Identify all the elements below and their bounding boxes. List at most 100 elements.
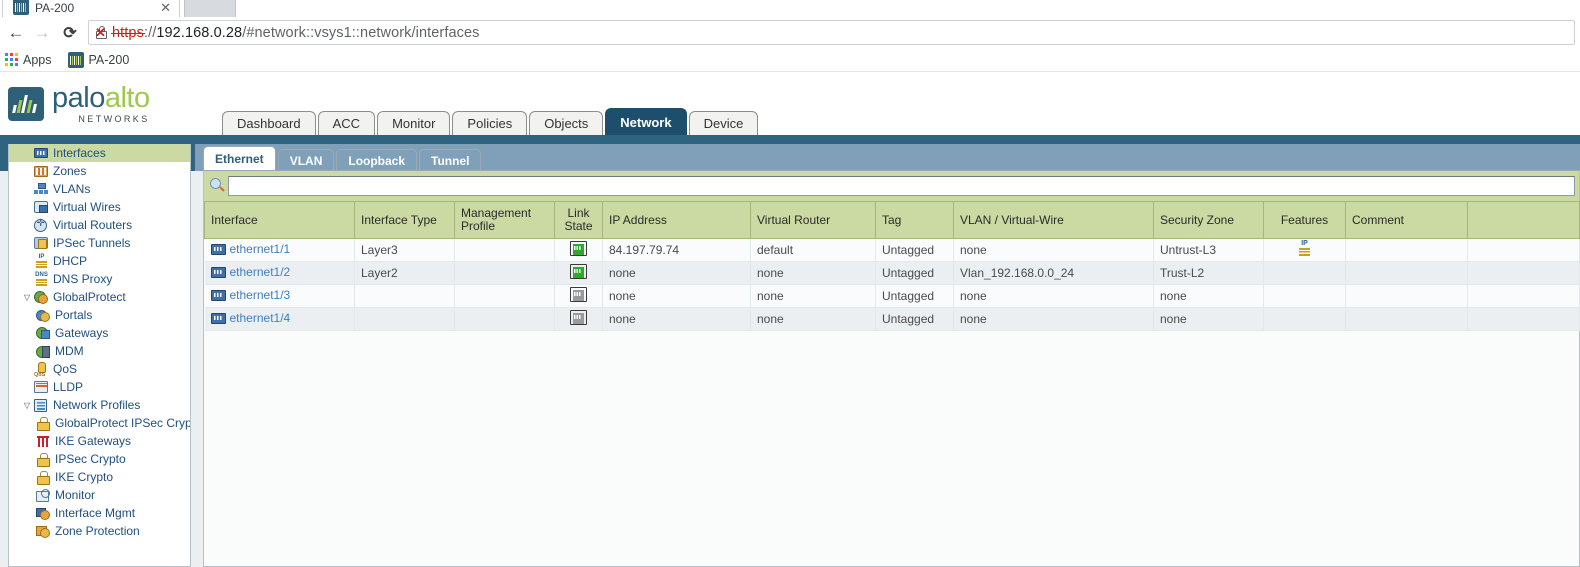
interfaces-panel: Interface Interface Type Management Profil… [203, 170, 1580, 567]
cell-vlan-virtual-wire: none [953, 284, 1154, 308]
column-header-comment[interactable]: Comment [1345, 201, 1468, 239]
browser-tabstrip: PA-200 ✕ [0, 0, 1580, 17]
chevron-down-icon[interactable]: ▽ [21, 293, 33, 302]
sidebar-item-ike-crypto[interactable]: IKE Crypto [9, 468, 190, 486]
interfaces-table: Interface Interface Type Management Profil… [204, 201, 1580, 331]
sub-tab-vlan[interactable]: VLAN [277, 149, 335, 171]
table-row[interactable]: ethernet1/2 Layer2 none none Untagged Vlan_19… [204, 261, 1580, 285]
cell-features [1263, 261, 1346, 285]
bookmark-pa200[interactable]: PA-200 [67, 51, 129, 68]
column-header-vlan-virtual-wire[interactable]: VLAN / Virtual-Wire [953, 201, 1154, 239]
interface-link[interactable]: ethernet1/4 [210, 311, 290, 325]
url-scheme: https [112, 24, 144, 41]
sidebar-item-dhcp[interactable]: DHCP [9, 252, 190, 270]
close-icon[interactable]: ✕ [160, 1, 171, 14]
main-tab-dashboard[interactable]: Dashboard [222, 111, 316, 135]
chevron-down-icon[interactable]: ▽ [21, 401, 33, 410]
sidebar-item-label: IPSec Crypto [55, 451, 126, 466]
cell-comment [1345, 307, 1468, 331]
column-header-features[interactable]: Features [1263, 201, 1346, 239]
cell-security-zone: none [1153, 284, 1264, 308]
sidebar-item-lldp[interactable]: LLDP [9, 378, 190, 396]
qos-icon [33, 361, 50, 378]
lock-icon [35, 416, 52, 431]
sidebar-item-virtual-routers[interactable]: Virtual Routers [9, 216, 190, 234]
main-tab-policies[interactable]: Policies [452, 111, 528, 135]
sub-tab-ethernet[interactable]: Ethernet [203, 146, 276, 171]
main-tab-device[interactable]: Device [688, 111, 759, 135]
logo-subtitle: NETWORKS [78, 114, 150, 124]
main-tab-bar: Dashboard ACC Monitor Policies Objects Networ… [222, 104, 760, 135]
ike-gateways-icon [35, 434, 52, 449]
search-icon[interactable] [208, 176, 228, 196]
sidebar-item-zone-protection[interactable]: Zone Protection [9, 522, 190, 540]
interface-link[interactable]: ethernet1/1 [210, 242, 290, 256]
sidebar-item-label: IKE Crypto [55, 469, 114, 484]
column-header-link-state[interactable]: Link State [554, 201, 603, 239]
sub-tab-loopback[interactable]: Loopback [336, 149, 418, 171]
main-tab-monitor[interactable]: Monitor [377, 111, 451, 135]
sub-tab-tunnel[interactable]: Tunnel [419, 149, 482, 171]
column-header-interface-type[interactable]: Interface Type [354, 201, 455, 239]
cell-management-profile [454, 307, 555, 331]
interface-link[interactable]: ethernet1/2 [210, 265, 290, 279]
cell-spacer [1467, 261, 1580, 285]
cell-interface-type [354, 284, 455, 308]
zones-icon [33, 164, 50, 179]
sidebar-item-ipsec-crypto[interactable]: IPSec Crypto [9, 450, 190, 468]
sidebar-item-globalprotect-ipsec-crypto[interactable]: GlobalProtect IPSec Crypto [9, 414, 190, 432]
sidebar-item-gateways[interactable]: Gateways [9, 324, 190, 342]
main-tab-acc[interactable]: ACC [317, 111, 376, 135]
sidebar-item-network-profiles[interactable]: ▽ Network Profiles [9, 396, 190, 414]
sidebar-item-interface-mgmt[interactable]: Interface Mgmt [9, 504, 190, 522]
sidebar-item-monitor[interactable]: Monitor [9, 486, 190, 504]
sidebar-item-ike-gateways[interactable]: IKE Gateways [9, 432, 190, 450]
reload-icon[interactable]: ⟳ [58, 21, 82, 45]
column-header-virtual-router[interactable]: Virtual Router [750, 201, 876, 239]
ethernet-port-icon [210, 243, 226, 255]
column-header-blank[interactable] [1467, 201, 1580, 239]
search-input[interactable] [228, 176, 1575, 196]
dns-proxy-icon [33, 272, 50, 287]
virtual-wires-icon [33, 200, 50, 215]
apps-button[interactable]: Apps [5, 53, 52, 67]
sidebar-item-globalprotect[interactable]: ▽ GlobalProtect [9, 288, 190, 306]
sidebar-item-label: LLDP [53, 379, 84, 394]
interface-link[interactable]: ethernet1/3 [210, 288, 290, 302]
column-header-tag[interactable]: Tag [875, 201, 954, 239]
cell-features [1263, 307, 1346, 331]
cell-link-state [554, 261, 603, 285]
bookmarks-bar: Apps PA-200 [0, 48, 1580, 72]
apps-grid-icon [5, 53, 18, 66]
forward-icon[interactable]: → [30, 21, 54, 45]
new-tab-button[interactable] [184, 0, 236, 17]
sidebar-item-zones[interactable]: Zones [9, 162, 190, 180]
column-header-security-zone[interactable]: Security Zone [1153, 201, 1264, 239]
address-bar[interactable]: ✕ https://192.168.0.28/#network::vsys1::… [88, 20, 1575, 45]
sidebar-item-dns-proxy[interactable]: DNS Proxy [9, 270, 190, 288]
sidebar-item-label: Gateways [55, 325, 109, 340]
cell-comment [1345, 284, 1468, 308]
sub-tab-bar: Ethernet VLAN Loopback Tunnel [203, 144, 483, 171]
browser-tab-pa200[interactable]: PA-200 ✕ [2, 0, 180, 17]
sidebar-item-portals[interactable]: Portals [9, 306, 190, 324]
browser-chrome: PA-200 ✕ ← → ⟳ ✕ https://192.168.0.28/#n… [0, 0, 1580, 72]
table-row[interactable]: ethernet1/3 none none Untagged none none [204, 284, 1580, 308]
back-icon[interactable]: ← [4, 21, 28, 45]
sidebar-item-virtual-wires[interactable]: Virtual Wires [9, 198, 190, 216]
table-row[interactable]: ethernet1/4 none none Untagged none none [204, 307, 1580, 331]
sidebar-item-interfaces[interactable]: Interfaces [9, 144, 190, 162]
column-header-management-profile[interactable]: Management Profile [454, 201, 555, 239]
column-header-ip-address[interactable]: IP Address [602, 201, 751, 239]
main-tab-objects[interactable]: Objects [529, 111, 604, 135]
table-row[interactable]: ethernet1/1 Layer3 84.197.79.74 default Unta… [204, 238, 1580, 262]
main-tab-network[interactable]: Network [605, 108, 687, 135]
cell-management-profile [454, 238, 555, 262]
ipsec-tunnels-icon [33, 236, 50, 251]
sidebar-item-mdm[interactable]: MDM [9, 342, 190, 360]
sidebar-item-ipsec-tunnels[interactable]: IPSec Tunnels [9, 234, 190, 252]
sidebar-item-label: QoS [53, 361, 78, 376]
column-header-interface[interactable]: Interface [204, 201, 355, 239]
sidebar-item-vlans[interactable]: VLANs [9, 180, 190, 198]
sidebar-item-qos[interactable]: QoS [9, 360, 190, 378]
